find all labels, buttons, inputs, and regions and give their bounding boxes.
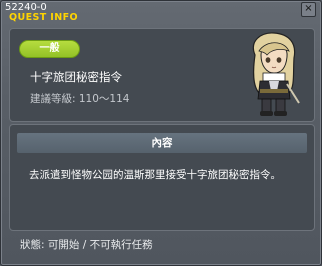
quest-category-badge: 一般 xyxy=(19,40,80,58)
quest-info-window: 52240-0 QUEST INFO × 一般 十字旅团秘密指令 建議等級: 1… xyxy=(0,0,322,266)
title-bar[interactable]: 52240-0 QUEST INFO × xyxy=(3,1,319,25)
quest-status: 狀態: 可開始 / 不可執行任務 xyxy=(20,239,153,251)
quest-name: 十字旅团秘密指令 xyxy=(30,70,122,84)
close-button[interactable]: × xyxy=(301,2,316,17)
quest-summary-panel: 一般 十字旅团秘密指令 建議等級: 110～114 xyxy=(9,28,315,122)
close-icon: × xyxy=(304,3,313,14)
quest-content-panel: 內容 去派遣到怪物公园的温斯那里接受十字旅团秘密指令。 xyxy=(9,124,315,231)
npc-portrait-icon xyxy=(252,32,300,116)
quest-description: 去派遣到怪物公园的温斯那里接受十字旅团秘密指令。 xyxy=(29,169,281,181)
content-header: 內容 xyxy=(17,133,307,153)
recommended-level: 建議等級: 110～114 xyxy=(30,93,130,105)
window-title: QUEST INFO xyxy=(9,12,78,23)
